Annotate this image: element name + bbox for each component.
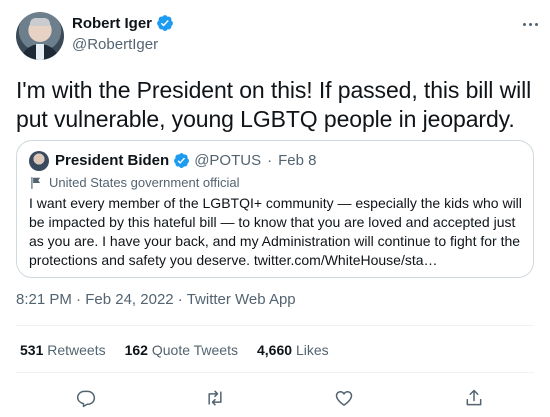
quoted-tweet-date[interactable]: Feb 8 — [278, 152, 316, 169]
quoted-author-avatar[interactable] — [29, 151, 49, 171]
retweets-count: 531 — [20, 342, 44, 358]
government-label-text: United States government official — [49, 175, 240, 190]
likes-count: 4,660 — [257, 342, 293, 358]
retweets-label: Retweets — [47, 342, 106, 358]
government-label: United States government official — [29, 175, 240, 190]
quoted-author-name[interactable]: President Biden — [55, 152, 169, 169]
quoted-author-handle: @POTUS — [194, 152, 262, 169]
author-name-row[interactable]: Robert Iger — [72, 14, 174, 32]
separator-dot: · — [267, 152, 273, 169]
verified-badge-icon — [157, 15, 173, 31]
quote-tweets-label: Quote Tweets — [151, 342, 238, 358]
heart-icon — [335, 391, 353, 406]
more-button[interactable] — [520, 14, 540, 34]
divider — [16, 325, 534, 326]
quote-tweets-count: 162 — [124, 342, 148, 358]
likes-label: Likes — [295, 342, 329, 358]
author-name[interactable]: Robert Iger — [72, 15, 152, 32]
tweet-date[interactable]: Feb 24, 2022 — [85, 291, 173, 308]
share-icon — [466, 389, 482, 406]
quoted-tweet-text: I want every member of the LGBTQI+ commu… — [29, 195, 522, 268]
author-avatar[interactable] — [16, 12, 64, 60]
meta-separator: · — [71, 291, 86, 308]
tweet-actions — [16, 386, 534, 410]
tweet-time[interactable]: 8:21 PM — [16, 291, 72, 308]
tweet-timestamp: 8:21 PM · Feb 24, 2022 · Twitter Web App — [16, 291, 296, 308]
flag-icon — [31, 176, 41, 189]
verified-badge-icon — [174, 153, 190, 168]
quoted-tweet-card[interactable]: President Biden @POTUS · Feb 8 United St… — [16, 140, 534, 278]
meta-separator: · — [173, 291, 187, 308]
tweet-source[interactable]: Twitter Web App — [187, 291, 296, 308]
retweets-stat[interactable]: 531 Retweets — [20, 342, 106, 358]
share-button[interactable] — [462, 386, 486, 410]
author-handle[interactable]: @RobertIger — [72, 36, 158, 53]
reply-button[interactable] — [74, 386, 98, 410]
quoted-tweet-header: President Biden @POTUS · Feb 8 — [55, 152, 316, 169]
retweet-icon — [208, 390, 222, 406]
tweet-text: I'm with the President on this! If passe… — [16, 77, 532, 132]
divider — [16, 372, 534, 373]
more-icon — [522, 22, 526, 26]
quote-tweets-stat[interactable]: 162 Quote Tweets — [125, 342, 238, 358]
tweet-stats: 531 Retweets 162 Quote Tweets 4,660 Like… — [20, 342, 329, 358]
reply-icon — [76, 390, 96, 408]
retweet-button[interactable] — [203, 386, 227, 410]
like-button[interactable] — [332, 386, 356, 410]
likes-stat[interactable]: 4,660 Likes — [257, 342, 329, 358]
